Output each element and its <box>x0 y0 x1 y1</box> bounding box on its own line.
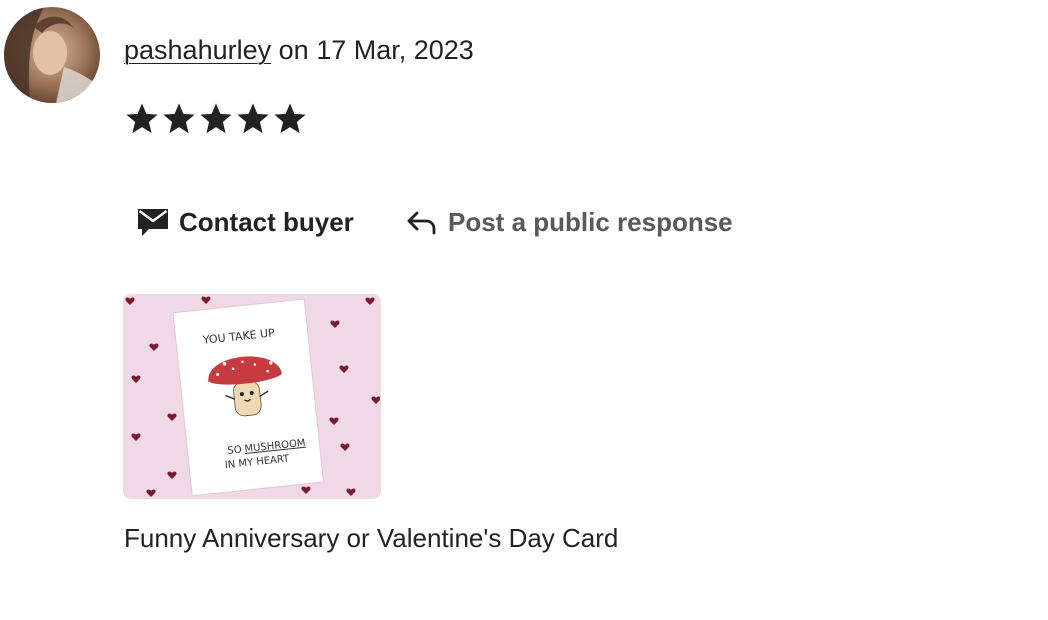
post-public-response-label: Post a public response <box>448 206 733 237</box>
buyer-avatar[interactable] <box>4 7 100 103</box>
listing-image: YOU TAKE UP SO MUSHROOM IN MY HEART <box>124 295 380 498</box>
envelope-icon <box>137 207 169 237</box>
star-rating <box>124 99 308 139</box>
review-meta: pashahurley on 17 Mar, 2023 <box>124 32 474 68</box>
reply-arrow-icon <box>406 209 438 235</box>
card-text-so: SO <box>227 444 242 456</box>
review-date: 17 Mar, 2023 <box>316 35 474 65</box>
greeting-card: YOU TAKE UP SO MUSHROOM IN MY HEART <box>172 298 325 497</box>
date-prefix: on <box>278 35 309 65</box>
listing-title-link[interactable]: Funny Anniversary or Valentine's Day Car… <box>124 520 618 556</box>
star-icon <box>126 103 158 134</box>
star-icon <box>237 103 269 134</box>
avatar-photo <box>4 7 100 103</box>
post-public-response-button[interactable]: Post a public response <box>406 200 733 244</box>
star-icon <box>274 103 306 134</box>
reviewer-username-link[interactable]: pashahurley <box>124 35 271 65</box>
listing-thumbnail[interactable]: YOU TAKE UP SO MUSHROOM IN MY HEART <box>124 295 380 498</box>
star-icon <box>163 103 195 134</box>
star-icon <box>200 103 232 134</box>
contact-buyer-label: Contact buyer <box>179 206 354 237</box>
contact-buyer-button[interactable]: Contact buyer <box>137 200 354 244</box>
